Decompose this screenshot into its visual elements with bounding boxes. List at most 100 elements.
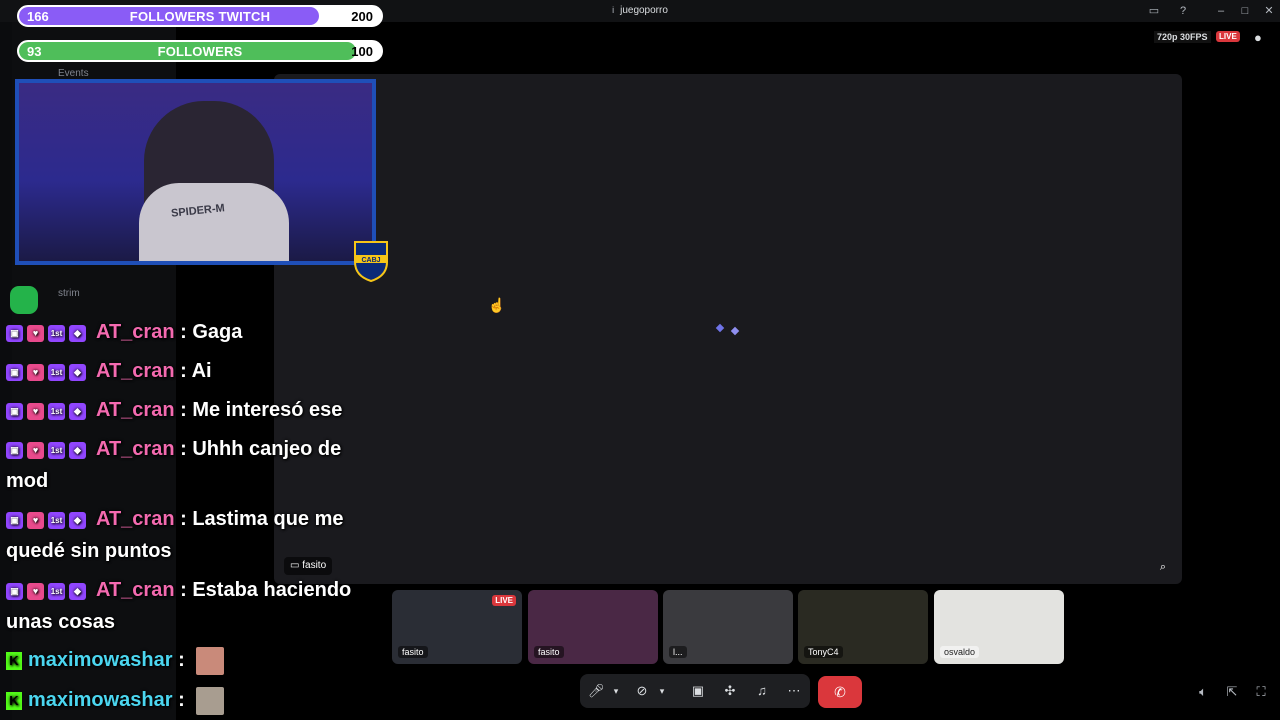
twitch-icon: ▣	[6, 324, 23, 342]
chat-username: AT_cran	[96, 399, 175, 421]
first-badge-icon: 1st	[48, 324, 65, 342]
chat-text: Estaba haciendo	[192, 579, 352, 601]
heart-badge-icon: ♥	[27, 582, 44, 600]
emote-icon	[196, 686, 225, 715]
chat-username: AT_cran	[96, 321, 175, 343]
channel-events[interactable]: Events	[58, 68, 89, 79]
main-stream-video[interactable]	[274, 74, 1182, 584]
server-icon[interactable]	[10, 286, 38, 314]
chat-badges: ▣ ♥ 1st ◆	[6, 504, 90, 536]
streamer-shirt: SPIDER-M	[139, 183, 289, 261]
chat-username: AT_cran	[96, 438, 175, 460]
participant-tile[interactable]: osvaldo	[934, 590, 1064, 664]
heart-badge-icon: ♥	[27, 324, 44, 342]
chat-text: Lastima que me	[192, 508, 344, 530]
participant-tile[interactable]: l...	[663, 590, 793, 664]
fullscreen-icon[interactable]: ⛶	[1252, 683, 1270, 701]
first-badge-icon: 1st	[48, 441, 65, 459]
shirt-text: SPIDER-M	[170, 202, 226, 220]
first-badge-icon: 1st	[48, 363, 65, 381]
twitch-icon: ▣	[6, 511, 23, 529]
mouse-cursor-icon: ☝	[488, 297, 506, 313]
stream-quality: 720p 30FPS	[1154, 31, 1211, 43]
chat-message-wrap: unas cosas	[6, 611, 115, 633]
followers-twitch-bar: FOLLOWERS TWITCH 166 200	[17, 5, 383, 27]
twitch-icon: ▣	[6, 363, 23, 381]
first-badge-icon: 1st	[48, 511, 65, 529]
chat-message: ▣ ♥ 1st ◆ AT_cran : Ai	[6, 355, 376, 388]
window-title-text: juegoporro	[620, 5, 668, 16]
camera-off-icon[interactable]: ⊘	[634, 683, 650, 699]
minimize-icon[interactable]: –	[1213, 3, 1229, 19]
chat-badges: ▣ ♥ 1st ◆	[6, 434, 90, 466]
followers-max: 100	[351, 44, 373, 59]
tile-label: l...	[669, 646, 687, 658]
participant-tile[interactable]: fasito	[528, 590, 658, 664]
microphone-icon[interactable]: 🎤︎	[588, 683, 605, 699]
chevron-down-icon[interactable]: ▾	[608, 683, 624, 699]
volume-icon[interactable]: 🔈︎	[1194, 683, 1212, 701]
chat-badges: ▣ ♥ 1st ◆	[6, 317, 90, 349]
kick-chat-message: Kmaximowashar :	[6, 644, 376, 676]
chat-message: ▣ ♥ 1st ◆ AT_cran : Lastima que me	[6, 503, 376, 536]
followers-label: FOLLOWERS	[157, 44, 243, 59]
maximize-icon[interactable]: □	[1237, 3, 1253, 19]
soundboard-icon[interactable]: ♫	[754, 683, 770, 699]
followers-twitch-max: 200	[351, 9, 373, 24]
kick-chat-message: Kmaximowashar :	[6, 684, 376, 716]
heart-badge-icon: ♥	[27, 441, 44, 459]
chat-message: ▣ ♥ 1st ◆ AT_cran : Me interesó ese	[6, 394, 376, 427]
more-icon[interactable]: ⋯	[786, 683, 802, 699]
chat-bubble-icon[interactable]: ●	[1254, 30, 1262, 45]
help-icon[interactable]: ?	[1175, 3, 1191, 19]
followers-twitch-label: FOLLOWERS TWITCH	[129, 9, 271, 24]
webcam-overlay: SPIDER-M	[15, 79, 376, 265]
chat-message: ▣ ♥ 1st ◆ AT_cran : Gaga	[6, 316, 376, 349]
chat-text: Gaga	[192, 321, 243, 343]
gem-badge-icon: ◆	[69, 441, 86, 459]
chat-username: AT_cran	[96, 360, 175, 382]
info-icon[interactable]: i	[612, 5, 614, 15]
channel-strim[interactable]: strim	[58, 288, 80, 299]
gem-badge-icon: ◆	[69, 402, 86, 420]
followers-twitch-current: 166	[27, 9, 49, 24]
chat-message-wrap: quedé sin puntos	[6, 540, 172, 562]
first-badge-icon: 1st	[48, 582, 65, 600]
chevron-down-icon[interactable]: ▾	[654, 683, 670, 699]
call-controls: 🎤︎ ▾ ⊘ ▾ ▣ ✣ ♫ ⋯	[580, 674, 810, 708]
tile-label: fasito	[534, 646, 564, 658]
leave-call-button[interactable]: ✆	[818, 676, 862, 708]
chat-badges: ▣ ♥ 1st ◆	[6, 575, 90, 607]
participant-tile[interactable]: TonyC4	[798, 590, 928, 664]
gem-badge-icon: ◆	[69, 511, 86, 529]
zoom-icon[interactable]: ⌕	[1154, 558, 1172, 576]
heart-badge-icon: ♥	[27, 363, 44, 381]
chat-message: ▣ ♥ 1st ◆ AT_cran : Estaba haciendo	[6, 574, 376, 607]
cabj-badge-icon: CABJ	[354, 241, 388, 282]
inbox-icon[interactable]: ▭	[1146, 3, 1162, 19]
chat-message-wrap: mod	[6, 470, 49, 492]
activities-icon[interactable]: ✣	[722, 683, 738, 699]
chat-username: AT_cran	[96, 579, 175, 601]
heart-badge-icon: ♥	[27, 402, 44, 420]
participant-tile[interactable]: LIVE fasito	[392, 590, 522, 664]
twitch-icon: ▣	[6, 582, 23, 600]
twitch-icon: ▣	[6, 402, 23, 420]
tile-live-badge: LIVE	[492, 595, 516, 606]
gem-badge-icon: ◆	[69, 363, 86, 381]
gem-badge-icon: ◆	[69, 324, 86, 342]
chat-username: maximowashar	[28, 689, 173, 711]
chat-text: Ai	[191, 360, 212, 382]
chat-username: AT_cran	[96, 508, 175, 530]
screen-share-icon[interactable]: ▣	[690, 683, 706, 699]
chat-badges: ▣ ♥ 1st ◆	[6, 395, 90, 427]
followers-bar: FOLLOWERS 93 100	[17, 40, 383, 62]
popout-icon[interactable]: ⇱	[1223, 683, 1241, 701]
heart-badge-icon: ♥	[27, 511, 44, 529]
tile-label: osvaldo	[940, 646, 980, 658]
close-icon[interactable]: ✕	[1261, 3, 1277, 19]
chat-text: Uhhh canjeo de	[192, 438, 342, 460]
kick-icon: K	[6, 691, 22, 710]
gem-badge-icon: ◆	[69, 582, 86, 600]
chat-username: maximowashar	[28, 649, 173, 671]
